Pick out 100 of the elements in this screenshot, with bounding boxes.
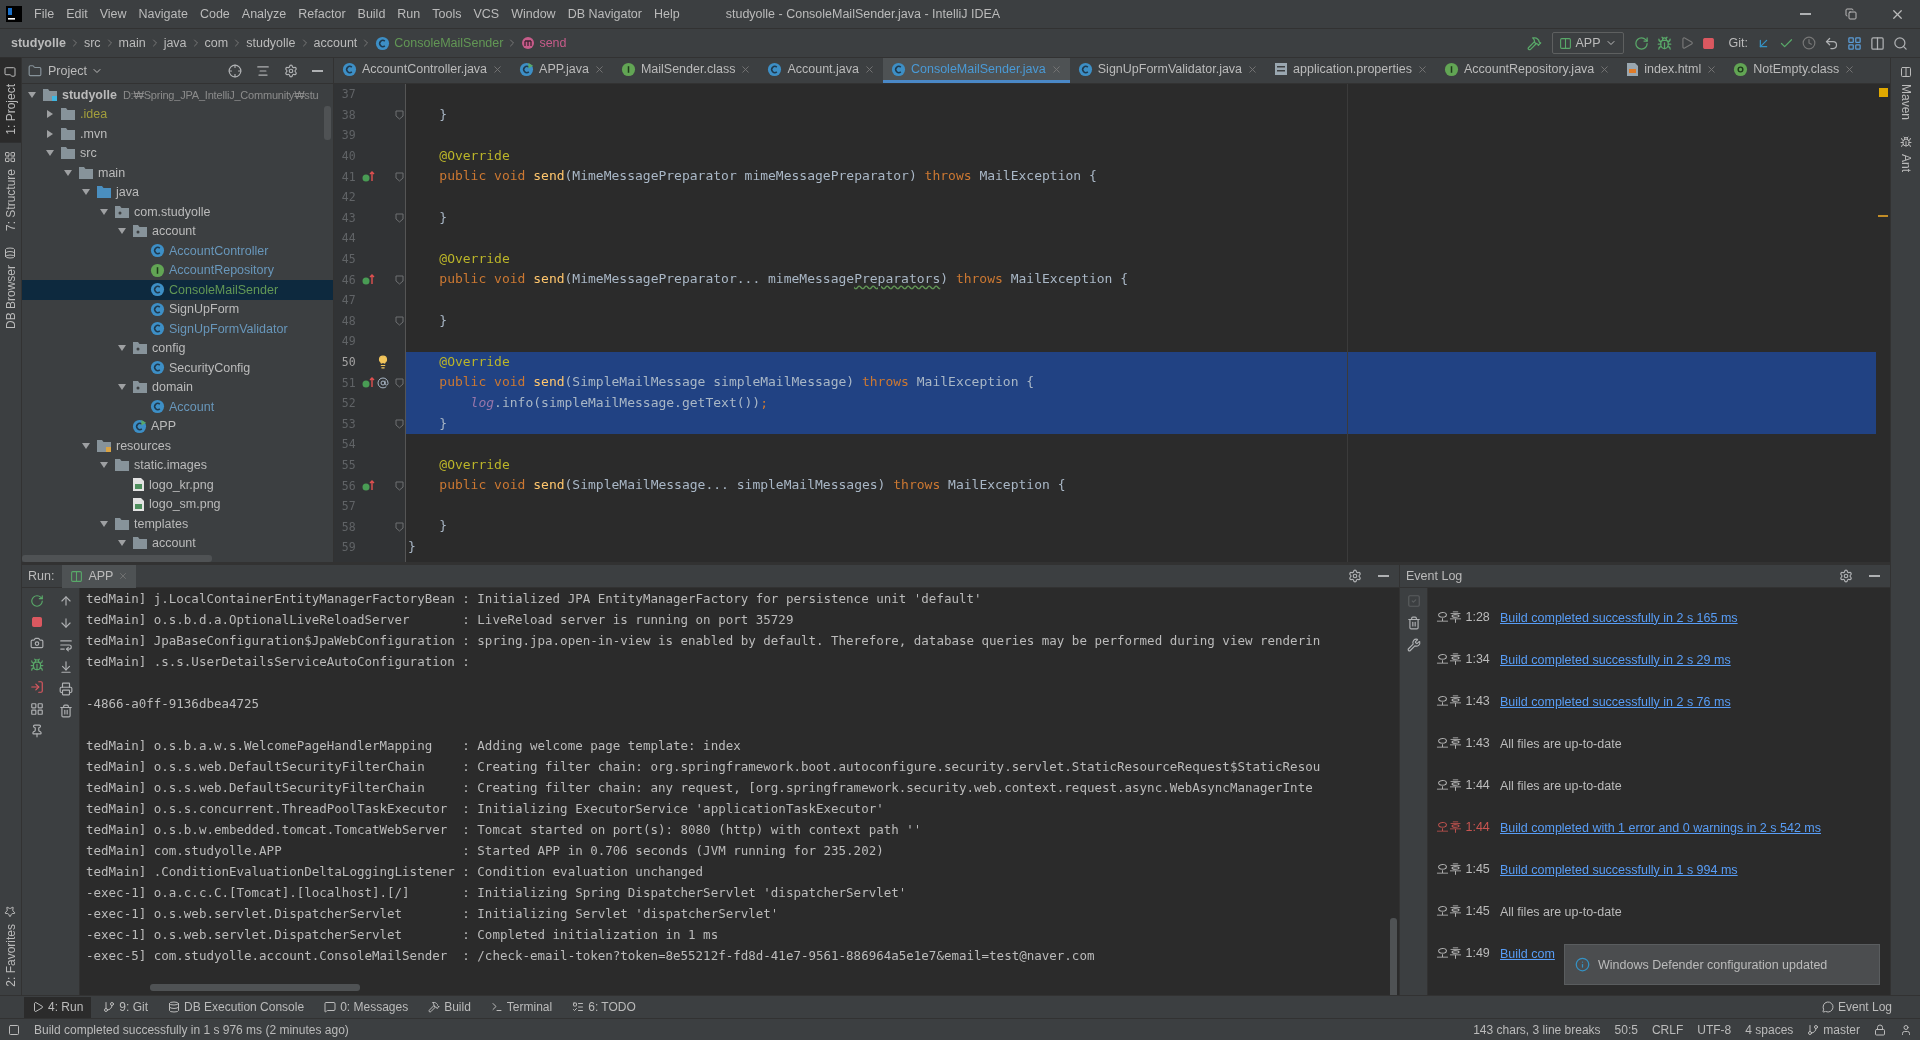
menu-item[interactable]: Help (648, 3, 686, 25)
tree-item[interactable]: logo_kr.png (22, 475, 333, 495)
breadcrumb[interactable]: main (115, 36, 149, 50)
tree-item[interactable]: java (22, 182, 333, 202)
menu-item[interactable]: Run (391, 3, 427, 25)
tool-window-button[interactable]: Build (420, 996, 479, 1018)
tool-window-button[interactable]: 4: Run (24, 996, 92, 1018)
log-link[interactable]: Build completed with 1 error and 0 warnings in 2 s 542 ms (1500, 820, 1821, 835)
tool-window-button[interactable]: Terminal (482, 996, 561, 1018)
settings-button[interactable] (1348, 569, 1362, 583)
tree-item[interactable]: com.studyolle (22, 202, 333, 222)
fold-icon[interactable] (394, 418, 404, 429)
rerun-button[interactable] (30, 594, 44, 608)
editor-tab[interactable]: APP.java (511, 58, 613, 83)
tree-item[interactable]: APP (22, 416, 333, 436)
editor-tab[interactable]: index.html (1618, 58, 1726, 83)
tree-item[interactable]: static.images (22, 455, 333, 475)
run-config-dropdown[interactable]: APP (1551, 32, 1624, 54)
menu-item[interactable]: Window (505, 3, 562, 25)
up-button[interactable] (58, 594, 73, 608)
status-item[interactable]: 50:5 (1614, 1022, 1638, 1037)
override-icon[interactable] (361, 170, 375, 183)
breadcrumb[interactable]: account (310, 36, 361, 50)
fold-icon[interactable] (394, 212, 404, 223)
fold-icon[interactable] (394, 377, 404, 388)
editor-tab[interactable]: SignUpFormValidator.java (1069, 58, 1267, 83)
wrap-button[interactable] (58, 638, 73, 652)
editor-tab[interactable]: NotEmpty.class (1725, 58, 1864, 83)
stop-button[interactable] (1701, 36, 1715, 50)
breadcrumb[interactable]: ConsoleMailSender (372, 35, 507, 51)
tree-item[interactable]: templates (22, 514, 333, 534)
fold-icon[interactable] (394, 480, 404, 491)
snapshot-button[interactable] (30, 636, 44, 650)
layout-button[interactable] (1870, 35, 1885, 51)
tree-item[interactable]: account (22, 221, 333, 241)
tree-item[interactable]: config (22, 338, 333, 358)
tool-window-tab[interactable]: 2: Favorites (0, 898, 21, 995)
fold-icon[interactable] (394, 171, 404, 182)
breadcrumb[interactable]: studyolle (243, 36, 299, 50)
search-button[interactable] (1893, 35, 1908, 51)
override-icon[interactable] (361, 376, 375, 389)
tree-item[interactable]: main (22, 163, 333, 183)
rerun-button[interactable] (1633, 35, 1649, 51)
menu-item[interactable]: Tools (426, 3, 468, 25)
log-link[interactable]: Build completed successfully in 2 s 29 ms (1500, 652, 1731, 667)
hide-button[interactable] (312, 69, 323, 72)
collapse-button[interactable] (256, 63, 270, 78)
history-button[interactable] (1802, 36, 1816, 50)
warning-marker[interactable] (1878, 88, 1888, 97)
tool-window-button[interactable]: 0: Messages (316, 996, 417, 1018)
log-link[interactable]: Build completed successfully in 2 s 76 ms (1500, 694, 1731, 709)
at-icon[interactable] (376, 376, 389, 389)
tree-item[interactable]: domain (22, 377, 333, 397)
breadcrumb[interactable]: studyolle (8, 36, 69, 50)
editor-tab[interactable]: application.properties (1266, 58, 1436, 83)
down-button[interactable] (58, 616, 73, 630)
tree-item[interactable]: ConsoleMailSender (22, 280, 333, 300)
log-link[interactable]: Build completed successfully in 1 s 994 ms (1500, 862, 1738, 877)
menu-item[interactable]: Analyze (235, 3, 293, 25)
menu-item[interactable]: Code (193, 3, 236, 25)
tree-item[interactable]: AccountController (22, 241, 333, 261)
breadcrumb[interactable]: com (201, 36, 232, 50)
tree-item[interactable]: studyolle D:₩Spring_JPA_IntelliJ_Community₩stu (22, 85, 333, 105)
settings-button[interactable] (284, 63, 298, 78)
tree-item[interactable]: SecurityConfig (22, 358, 333, 378)
status-item[interactable]: 4 spaces (1745, 1022, 1794, 1037)
project-view-dropdown[interactable]: Project (48, 63, 103, 78)
menu-item[interactable]: Edit (60, 3, 94, 25)
tool-window-button[interactable]: 6: TODO (564, 996, 644, 1018)
debug-button[interactable] (1656, 35, 1672, 51)
run-tab[interactable]: APP (62, 564, 137, 588)
layout-button[interactable] (30, 702, 44, 716)
scrollbar[interactable] (1390, 918, 1397, 995)
tool-window-tab[interactable]: DB Browser (0, 238, 21, 337)
scrollbar[interactable] (150, 984, 360, 991)
breadcrumb[interactable]: src (80, 36, 104, 50)
structure-button[interactable] (1847, 35, 1862, 51)
override-icon[interactable] (361, 273, 375, 286)
menu-item[interactable]: View (93, 3, 133, 25)
locate-button[interactable] (228, 63, 242, 78)
tool-window-tab[interactable]: 7: Structure (0, 142, 21, 239)
override-icon[interactable] (361, 479, 375, 492)
git-branch-button[interactable]: master (1807, 1022, 1860, 1037)
menu-item[interactable]: Navigate (132, 3, 194, 25)
tree-item[interactable]: SignUpFormValidator (22, 319, 333, 339)
clear-button[interactable] (1406, 616, 1421, 630)
status-item[interactable]: CRLF (1651, 1022, 1684, 1037)
tree-item[interactable]: account (22, 533, 333, 553)
settings-button[interactable] (1839, 569, 1853, 583)
revert-button[interactable] (1824, 35, 1839, 51)
scroll-end-button[interactable] (58, 660, 73, 674)
status-item[interactable]: UTF-8 (1697, 1022, 1732, 1037)
tree-item[interactable]: logo_sm.png (22, 494, 333, 514)
tool-window-tab[interactable]: 1: Project (0, 58, 21, 143)
tool-window-tab[interactable]: Ant (1891, 128, 1920, 181)
tool-window-button[interactable]: 9: Git (95, 996, 157, 1018)
notification-popup[interactable]: Windows Defender configuration updated (1564, 944, 1880, 985)
menu-item[interactable]: File (28, 3, 61, 25)
build-button[interactable] (1526, 35, 1542, 51)
settings-button[interactable] (1406, 638, 1421, 652)
